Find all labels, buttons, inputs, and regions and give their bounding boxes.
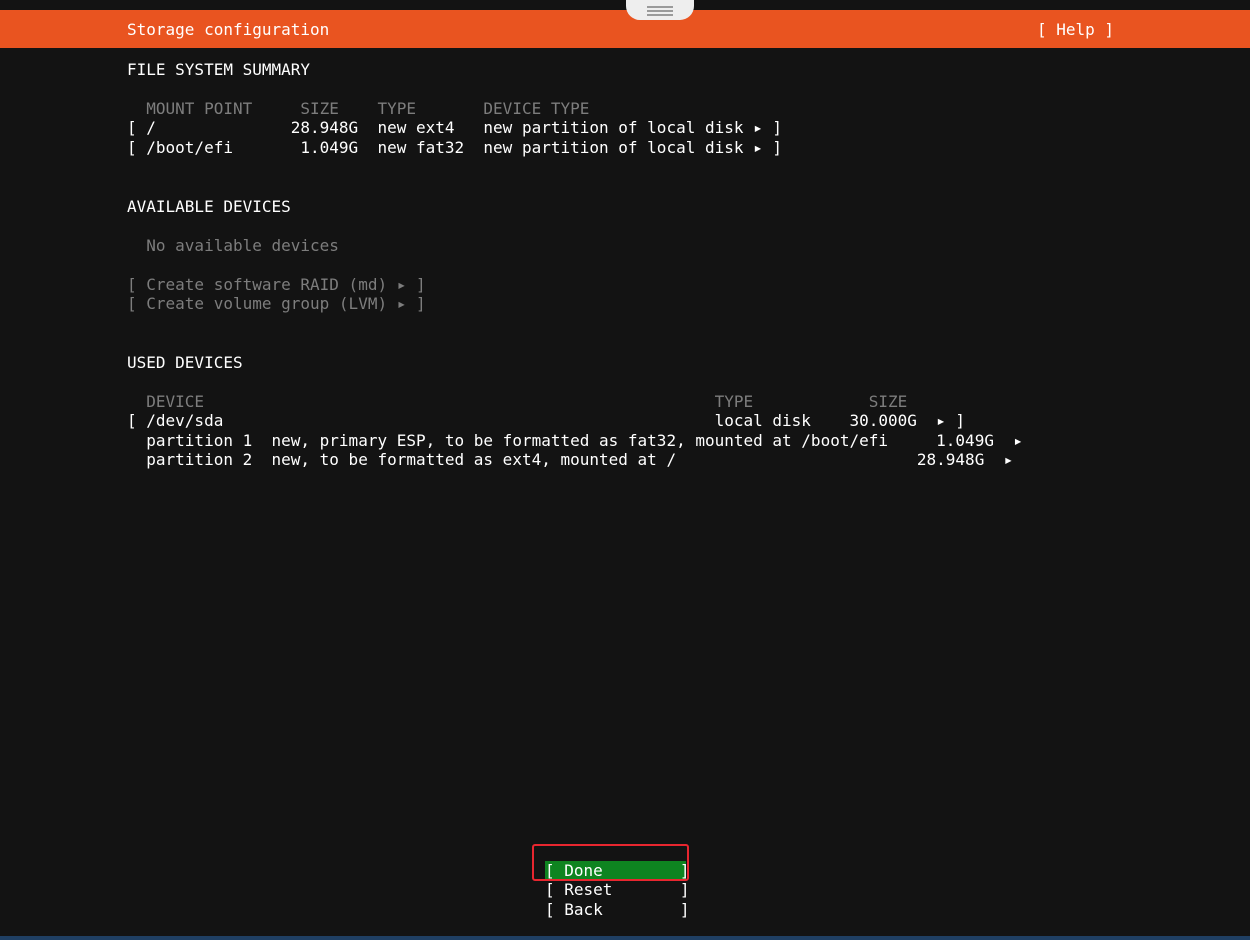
create-raid-button[interactable]: [ Create software RAID (md) ▸ ]	[127, 275, 426, 295]
handle-tab	[626, 0, 694, 20]
highlight-box	[532, 844, 689, 881]
bottom-bar	[0, 936, 1250, 940]
grip-line-icon	[647, 10, 673, 12]
fs-row-boot-efi[interactable]: [ /boot/efi 1.049G new fat32 new partiti…	[127, 138, 782, 158]
available-heading: AVAILABLE DEVICES	[127, 197, 291, 216]
fs-summary-columns: MOUNT POINT SIZE TYPE DEVICE TYPE	[127, 99, 590, 118]
device-row-sda[interactable]: [ /dev/sda local disk 30.000G ▸ ]	[127, 411, 965, 431]
reset-button[interactable]: [ Reset ]	[545, 880, 690, 899]
used-heading: USED DEVICES	[127, 353, 243, 372]
top-strip	[0, 0, 1250, 10]
page-title: Storage configuration	[127, 20, 330, 39]
back-button[interactable]: [ Back ]	[545, 900, 690, 919]
partition-row-2[interactable]: partition 2 new, to be formatted as ext4…	[127, 450, 1013, 470]
help-button[interactable]: [ Help ]	[1037, 20, 1114, 40]
no-devices-text: No available devices	[127, 236, 339, 255]
partition-row-1[interactable]: partition 1 new, primary ESP, to be form…	[127, 431, 1023, 451]
header-bar: Storage configuration [ Help ]	[0, 10, 1250, 48]
fs-row-root[interactable]: [ / 28.948G new ext4 new partition of lo…	[127, 118, 782, 138]
used-columns: DEVICE TYPE SIZE	[127, 392, 908, 411]
create-lvm-button[interactable]: [ Create volume group (LVM) ▸ ]	[127, 294, 426, 314]
grip-line-icon	[647, 6, 673, 8]
fs-summary-heading: FILE SYSTEM SUMMARY	[127, 60, 311, 79]
grip-line-icon	[647, 14, 673, 16]
